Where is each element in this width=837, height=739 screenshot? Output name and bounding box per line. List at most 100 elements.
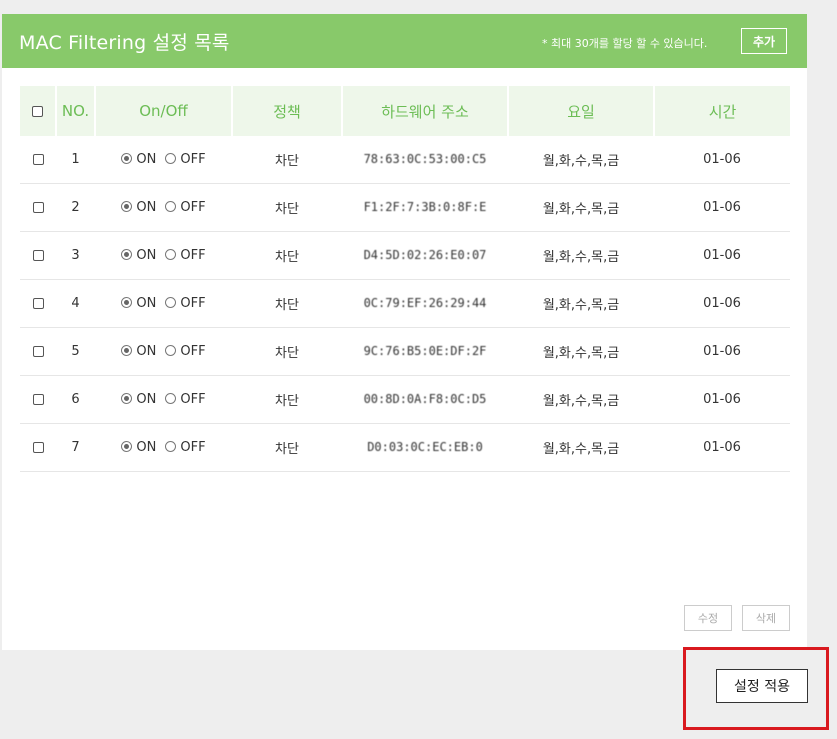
header-policy: 정책 [232,86,343,136]
table-row: 3 ON OFF 차단 D4:5D:02:26:E0:07 월,화,수,목,금 01-06 [20,231,790,280]
row-policy: 차단 [232,423,342,472]
row-hardware-address: D4:5D:02:26:E0:07 [342,231,508,280]
off-radio[interactable] [165,297,177,308]
row-select-cell [20,423,56,472]
row-days: 월,화,수,목,금 [508,136,654,184]
mac-address-text: 78:63:0C:53:00:C5 [363,152,487,166]
mac-address-text: D4:5D:02:26:E0:07 [363,248,487,262]
off-radio[interactable] [165,249,177,260]
mac-address-text: D0:03:0C:EC:EB:0 [367,440,483,454]
off-radio[interactable] [165,441,177,452]
delete-button[interactable]: 삭제 [742,605,790,631]
row-on-off: ON OFF [95,279,232,328]
row-number: 5 [56,327,95,376]
row-on-off: ON OFF [95,183,232,232]
header-days: 요일 [508,86,655,136]
row-number: 1 [56,136,95,184]
off-radio-label: OFF [180,296,206,311]
row-time: 01-06 [654,183,790,232]
row-hardware-address: 78:63:0C:53:00:C5 [342,136,508,184]
row-days: 월,화,수,목,금 [508,183,654,232]
row-hardware-address: 00:8D:0A:F8:0C:D5 [342,375,508,424]
row-policy: 차단 [232,136,342,184]
table-row: 4 ON OFF 차단 0C:79:EF:26:29:44 월,화,수,목,금 01-06 [20,279,790,328]
on-radio[interactable] [121,249,133,260]
off-radio-label: OFF [180,200,206,215]
on-radio[interactable] [121,201,133,212]
row-days: 월,화,수,목,금 [508,375,654,424]
row-days: 월,화,수,목,금 [508,279,654,328]
row-checkbox[interactable] [32,394,44,405]
off-radio[interactable] [165,201,177,212]
row-on-off: ON OFF [95,375,232,424]
row-number: 4 [56,279,95,328]
row-number: 3 [56,231,95,280]
row-days: 월,화,수,목,금 [508,327,654,376]
row-time: 01-06 [654,375,790,424]
row-checkbox[interactable] [32,250,44,261]
mac-address-text: F1:2F:7:3B:0:8F:E [363,200,487,214]
row-select-cell [20,279,56,328]
on-radio[interactable] [121,297,133,308]
on-radio[interactable] [121,345,133,356]
row-policy: 차단 [232,183,342,232]
row-select-cell [20,183,56,232]
row-time: 01-06 [654,136,790,184]
row-time: 01-06 [654,423,790,472]
off-radio[interactable] [165,153,177,164]
off-radio-label: OFF [180,440,206,455]
select-all-checkbox[interactable] [32,106,43,117]
panel-title: MAC Filtering 설정 목록 [19,32,230,54]
row-checkbox[interactable] [32,298,44,309]
row-on-off: ON OFF [95,423,232,472]
row-on-off: ON OFF [95,327,232,376]
mac-filter-panel: MAC Filtering 설정 목록 * 최대 30개를 할당 할 수 있습니… [2,14,807,650]
off-radio-label: OFF [180,248,206,263]
row-time: 01-06 [654,231,790,280]
header-no: NO. [56,86,96,136]
row-checkbox[interactable] [32,442,44,453]
row-hardware-address: 9C:76:B5:0E:DF:2F [342,327,508,376]
row-hardware-address: D0:03:0C:EC:EB:0 [342,423,508,472]
header-hardware-address: 하드웨어 주소 [342,86,509,136]
off-radio-label: OFF [180,392,206,407]
on-radio-label: ON [136,248,157,263]
row-select-cell [20,327,56,376]
row-hardware-address: F1:2F:7:3B:0:8F:E [342,183,508,232]
row-select-cell [20,231,56,280]
mac-address-text: 0C:79:EF:26:29:44 [363,296,487,310]
row-days: 월,화,수,목,금 [508,231,654,280]
row-number: 2 [56,183,95,232]
off-radio[interactable] [165,393,177,404]
off-radio-label: OFF [180,344,206,359]
table-row: 5 ON OFF 차단 9C:76:B5:0E:DF:2F 월,화,수,목,금 01-06 [20,327,790,376]
row-number: 6 [56,375,95,424]
off-radio-label: OFF [180,152,206,167]
add-button[interactable]: 추가 [741,28,787,54]
table-row: 6 ON OFF 차단 00:8D:0A:F8:0C:D5 월,화,수,목,금 01-06 [20,375,790,424]
on-radio[interactable] [121,153,133,164]
off-radio[interactable] [165,345,177,356]
row-on-off: ON OFF [95,136,232,184]
row-select-cell [20,136,56,184]
row-policy: 차단 [232,375,342,424]
row-number: 7 [56,423,95,472]
table-header-row: NO. On/Off 정책 하드웨어 주소 요일 시간 [20,86,790,136]
mac-filter-table: NO. On/Off 정책 하드웨어 주소 요일 시간 1 ON OFF 차단 78:6… [20,86,790,472]
row-policy: 차단 [232,231,342,280]
on-radio[interactable] [121,393,133,404]
table-row: 7 ON OFF 차단 D0:03:0C:EC:EB:0 월,화,수,목,금 01-06 [20,423,790,472]
apply-settings-button[interactable]: 설정 적용 [716,669,808,703]
max-entries-note: * 최대 30개를 할당 할 수 있습니다. [542,37,708,50]
panel-header: MAC Filtering 설정 목록 * 최대 30개를 할당 할 수 있습니… [2,14,807,68]
on-radio-label: ON [136,440,157,455]
table-row: 2 ON OFF 차단 F1:2F:7:3B:0:8F:E 월,화,수,목,금 01-06 [20,183,790,232]
row-days: 월,화,수,목,금 [508,423,654,472]
row-checkbox[interactable] [32,154,44,165]
row-checkbox[interactable] [32,202,44,213]
on-radio-label: ON [136,152,157,167]
row-hardware-address: 0C:79:EF:26:29:44 [342,279,508,328]
edit-button[interactable]: 수정 [684,605,732,631]
on-radio[interactable] [121,441,133,452]
row-checkbox[interactable] [32,346,44,357]
